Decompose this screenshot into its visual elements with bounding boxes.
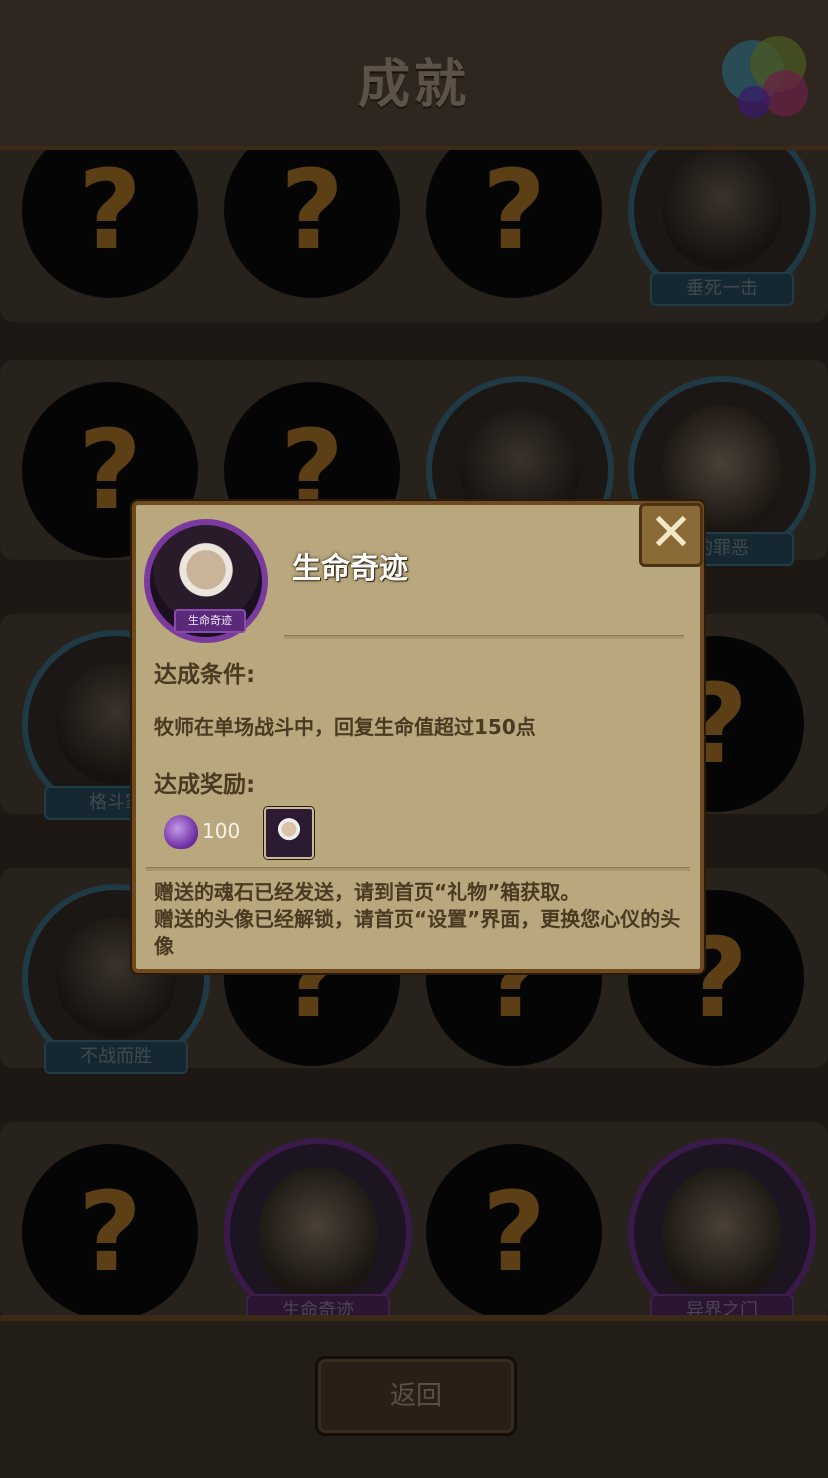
avatar-label: 生命奇迹 <box>174 609 246 633</box>
achievement-badge[interactable]: 垂死一击 <box>628 150 816 306</box>
question-mark-icon: ? <box>482 1168 546 1296</box>
locked-achievement[interactable]: ? <box>224 150 400 298</box>
back-button[interactable]: 返回 <box>315 1356 517 1436</box>
divider <box>146 867 690 871</box>
dialog-title: 生命奇迹 <box>292 551 409 585</box>
reward-avatar-icon <box>264 807 314 859</box>
achievement-badge[interactable]: 异界之门 <box>628 1138 816 1315</box>
achievement-name: 生命奇迹 <box>246 1294 390 1315</box>
locked-achievement[interactable]: ? <box>22 150 198 298</box>
achievement-name: 异界之门 <box>650 1294 794 1315</box>
white-hair-hero-portrait-icon <box>662 1167 782 1297</box>
locked-achievement[interactable]: ? <box>426 1144 602 1315</box>
soul-stone-count: 100 <box>202 819 241 843</box>
question-mark-icon: ? <box>280 150 344 274</box>
reward-note: 赠送的魂石已经发送，请到首页“礼物”箱获取。 赠送的头像已经解锁，请首页“设置”… <box>154 879 694 960</box>
question-mark-icon: ? <box>482 150 546 274</box>
achievement-name: 不战而胜 <box>44 1040 188 1074</box>
header-bar: 成就 <box>0 0 828 150</box>
achievement-name: 垂死一击 <box>650 272 794 306</box>
reward-note-line: 赠送的头像已经解锁，请首页“设置”界面，更换您心仪的头像 <box>154 907 681 958</box>
condition-label: 达成条件: <box>154 662 256 688</box>
reward-note-line: 赠送的魂石已经发送，请到首页“礼物”箱获取。 <box>154 880 581 904</box>
divider <box>284 635 684 639</box>
reward-label: 达成奖励: <box>154 772 256 798</box>
skull-shield-icon <box>662 150 782 270</box>
locked-achievement[interactable]: ? <box>426 150 602 298</box>
condition-text: 牧师在单场战斗中，回复生命值超过150点 <box>154 715 536 739</box>
question-mark-icon: ? <box>78 1168 142 1296</box>
locked-achievement[interactable]: ? <box>22 1144 198 1315</box>
achievement-detail-dialog: 生命奇迹 生命奇迹 ✕ 达成条件: 牧师在单场战斗中，回复生命值超过150点 达… <box>132 501 704 973</box>
achievement-badge[interactable]: 生命奇迹 <box>224 1138 412 1315</box>
page-title: 成就 <box>357 55 470 115</box>
soul-stone-icon <box>164 815 198 849</box>
close-button[interactable]: ✕ <box>639 503 703 567</box>
priestess-portrait-icon <box>258 1167 378 1297</box>
color-orb-icon <box>722 36 808 122</box>
achievement-row: ? ? ? 垂死一击 <box>0 150 828 322</box>
achievement-row: ? 生命奇迹 ? 异界之门 <box>0 1122 828 1315</box>
question-mark-icon: ? <box>78 150 142 274</box>
